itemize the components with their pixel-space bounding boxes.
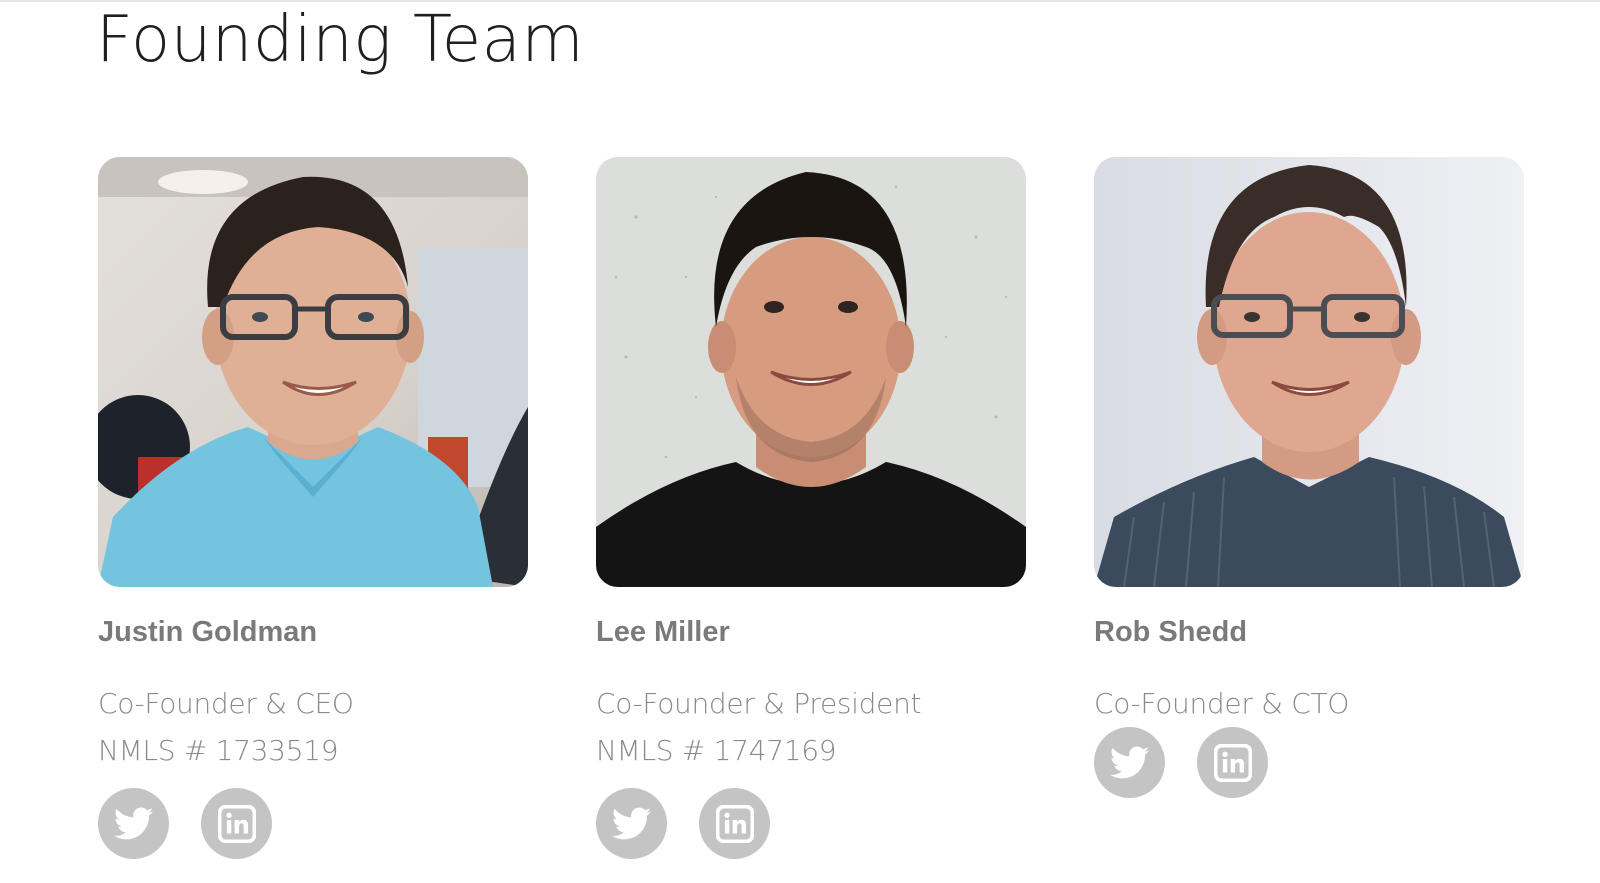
member-role: Co-Founder & President [596,687,922,720]
member-name: Justin Goldman [98,616,318,648]
linkedin-icon [715,804,754,843]
team-member-card: Rob Shedd Co-Founder & CTO [1094,157,1524,798]
linkedin-button[interactable] [201,788,272,859]
member-name: Rob Shedd [1094,616,1248,648]
social-links [1094,727,1524,798]
twitter-icon [611,807,651,839]
member-role: Co-Founder & CEO [98,687,354,720]
linkedin-icon [1213,743,1252,782]
linkedin-button[interactable] [1197,727,1268,798]
member-photo [98,157,528,587]
member-photo-image [98,157,528,587]
twitter-button[interactable] [596,788,667,859]
twitter-icon [1109,746,1149,778]
member-role: Co-Founder & CTO [1094,687,1350,720]
member-photo-image [1094,157,1524,587]
team-member-card: Justin Goldman Co-Founder & CEO NMLS # 1… [98,157,528,859]
twitter-button[interactable] [98,788,169,859]
member-nmls: NMLS # 1747169 [596,734,837,767]
social-links [596,788,1026,859]
member-nmls: NMLS # 1733519 [98,734,339,767]
member-photo [1094,157,1524,587]
page-title: Founding Team [96,3,585,77]
twitter-icon [113,807,153,839]
twitter-button[interactable] [1094,727,1165,798]
member-photo-image [596,157,1026,587]
linkedin-icon [217,804,256,843]
team-member-card: Lee Miller Co-Founder & President NMLS #… [596,157,1026,859]
member-photo [596,157,1026,587]
social-links [98,788,528,859]
linkedin-button[interactable] [699,788,770,859]
team-grid: Justin Goldman Co-Founder & CEO NMLS # 1… [98,157,1528,877]
member-name: Lee Miller [596,616,730,648]
